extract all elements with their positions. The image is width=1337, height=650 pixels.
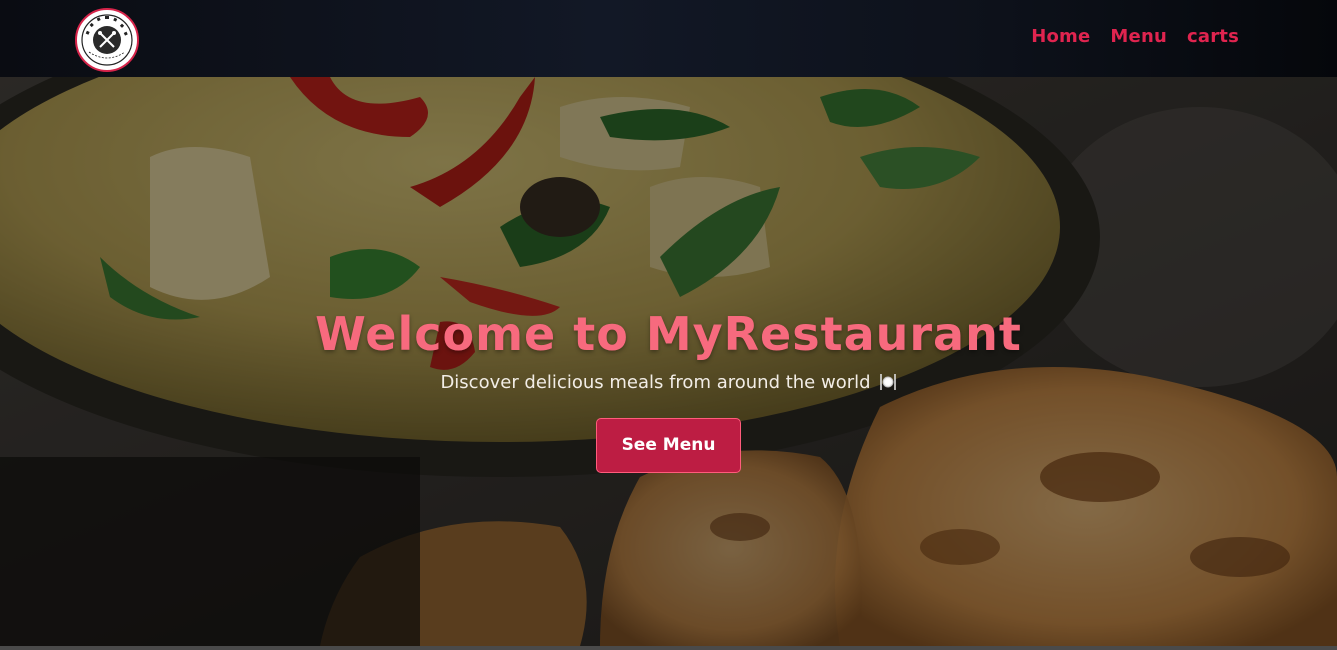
restaurant-logo-icon[interactable] [75,8,139,72]
nav-home-link[interactable]: Home [1031,26,1090,47]
nav-menu-link[interactable]: Menu [1110,26,1167,47]
nav-carts-link[interactable]: carts [1187,26,1239,47]
hero-title: Welcome to MyRestaurant [315,307,1022,361]
nav-links: Home Menu carts [1031,26,1239,47]
hero-section: Welcome to MyRestaurant Discover delicio… [0,77,1337,646]
navbar: Home Menu carts [0,0,1337,77]
see-menu-button[interactable]: See Menu [596,417,741,473]
plate-cutlery-icon [879,372,897,392]
hero-subtitle: Discover delicious meals from around the… [440,371,871,393]
page-bottom-edge [0,646,1337,650]
hero-content: Welcome to MyRestaurant Discover delicio… [0,309,1337,473]
hero-subtitle-row: Discover delicious meals from around the… [440,372,896,393]
